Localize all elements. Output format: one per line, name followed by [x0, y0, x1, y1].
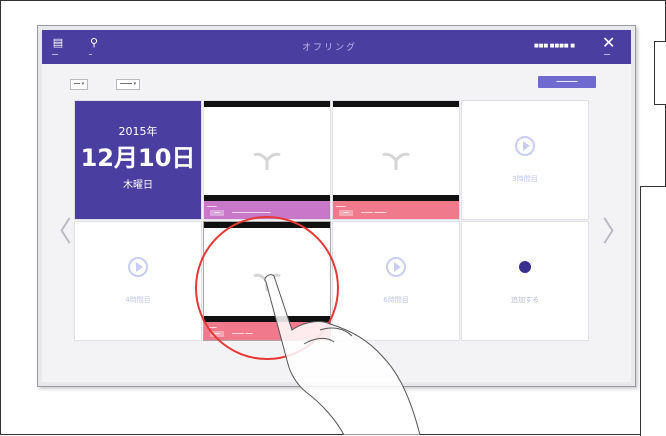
tap-gesture-overlay	[195, 216, 421, 435]
callout-box-right	[640, 186, 666, 436]
callout-box-top	[654, 41, 666, 105]
hand-icon	[264, 274, 421, 435]
